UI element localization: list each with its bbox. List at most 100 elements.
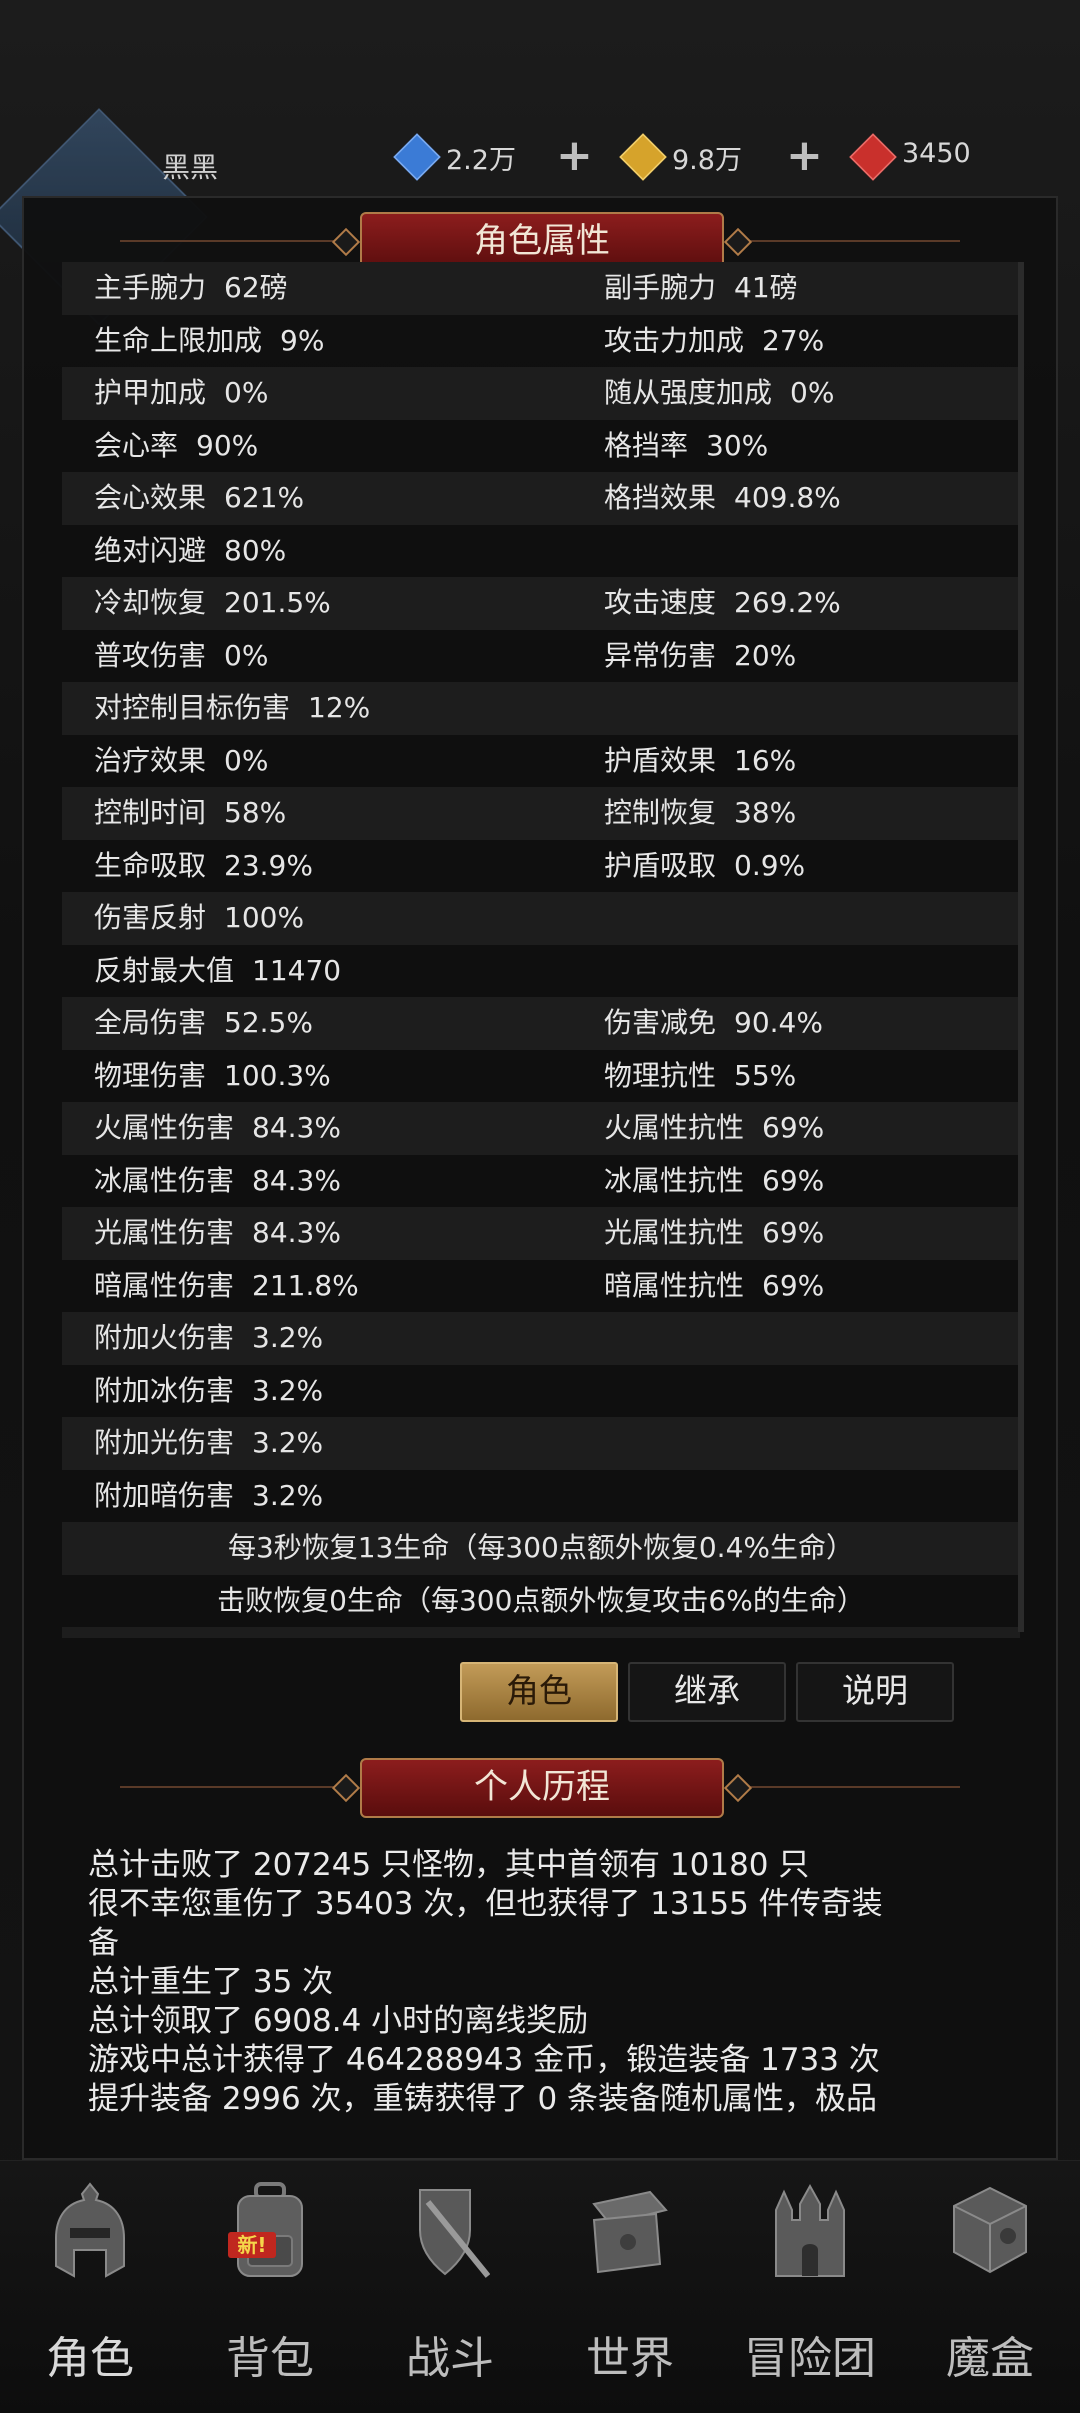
attribute-label: 攻击力加成: [604, 323, 745, 357]
attribute-cell: 物理伤害 100.3%: [94, 1050, 331, 1102]
attribute-value: 69%: [762, 1216, 825, 1249]
nav-magic-box[interactable]: 魔盒: [900, 2180, 1080, 2400]
attribute-label: 控制时间: [94, 796, 207, 829]
gold-gem-icon: [619, 133, 667, 181]
tab-inherit[interactable]: 继承: [628, 1662, 786, 1722]
history-title: 个人历程: [360, 1758, 724, 1818]
attribute-value: 38%: [734, 796, 797, 829]
attribute-label: 伤害反射: [94, 901, 207, 934]
attribute-cell: 普攻伤害 0%: [94, 630, 268, 682]
nav-battle[interactable]: 战斗: [360, 2180, 540, 2400]
history-line: 很不幸您重伤了 35403 次，但也获得了 13155 件传奇装: [88, 1886, 883, 1922]
attribute-scrollbar[interactable]: [1018, 262, 1024, 1632]
attribute-label: 副手腕力: [604, 271, 717, 304]
blue-gem-icon: [393, 133, 441, 181]
attribute-label: 对控制目标伤害: [94, 691, 291, 724]
title-divider-left: [120, 240, 350, 242]
attribute-row: 治疗效果 0% 护盾效果 16%: [62, 735, 1020, 788]
attribute-value: 58%: [224, 796, 287, 829]
tab-description[interactable]: 说明: [796, 1662, 954, 1722]
attribute-cell: 控制时间 58%: [94, 787, 286, 839]
title-divider-right: [730, 240, 960, 242]
attribute-value: 269.2%: [734, 586, 841, 619]
attribute-cell: 光属性伤害 84.3%: [94, 1207, 341, 1259]
history-line: 总计领取了 6908.4 小时的离线奖励: [88, 2003, 589, 2039]
attribute-label: 冷却恢复: [94, 586, 207, 619]
nav-label: 角色: [46, 2333, 134, 2384]
attribute-cell: 主手腕力 62磅: [94, 262, 288, 314]
history-line: 总计重生了 35 次: [88, 1964, 334, 2000]
attribute-cell: 护盾吸取 0.9%: [604, 840, 805, 892]
attribute-value: 3.2%: [252, 1373, 324, 1407]
attribute-row: 绝对闪避 80%: [62, 525, 1020, 578]
attribute-value: 90%: [196, 428, 259, 462]
nav-character[interactable]: 角色: [0, 2180, 180, 2400]
attribute-label: 附加暗伤害: [94, 1478, 235, 1512]
attribute-value: 84.3%: [252, 1163, 341, 1197]
attribute-cell: 光属性抗性 69%: [604, 1207, 824, 1259]
attribute-row: 普攻伤害 0% 异常伤害 20%: [62, 630, 1020, 683]
attribute-cell: 攻击力加成 27%: [604, 315, 824, 367]
add-blue-gem-button[interactable]: +: [556, 130, 593, 181]
nav-label: 战斗: [406, 2333, 494, 2384]
red-gem-icon: [849, 133, 897, 181]
attribute-label: 控制恢复: [604, 796, 717, 829]
attribute-row: 物理伤害 100.3% 物理抗性 55%: [62, 1050, 1020, 1103]
nav-world[interactable]: 世界: [540, 2180, 720, 2400]
attribute-row: 对控制目标伤害 12%: [62, 682, 1020, 735]
attribute-value: 3.2%: [252, 1478, 324, 1512]
attribute-value: 69%: [762, 1163, 825, 1197]
attribute-value: 0%: [790, 376, 835, 409]
attribute-cell: 对控制目标伤害 12%: [94, 682, 370, 734]
attribute-label: 物理抗性: [604, 1058, 717, 1092]
attribute-cell: 伤害反射 100%: [94, 892, 304, 944]
attribute-cell: 生命吸取 23.9%: [94, 840, 313, 892]
attribute-note-row: 每3秒恢复13生命（每300点额外恢复0.4%生命）: [62, 1522, 1020, 1575]
attribute-label: 光属性抗性: [604, 1216, 745, 1249]
attribute-cell: 火属性抗性 69%: [604, 1102, 824, 1154]
attribute-value: 9%: [280, 323, 325, 357]
attribute-value: 0%: [224, 743, 269, 777]
attribute-cell: 会心率 90%: [94, 420, 258, 472]
attribute-label: 冰属性伤害: [94, 1163, 235, 1197]
resource-red-value: 3450: [902, 138, 971, 169]
resource-gold-gem: 9.8万: [619, 133, 762, 181]
attribute-row: 附加冰伤害 3.2%: [62, 1365, 1020, 1418]
attribute-row: 暗属性伤害 211.8% 暗属性抗性 69%: [62, 1260, 1020, 1313]
attribute-value: 3.2%: [252, 1321, 324, 1354]
nav-backpack[interactable]: 新! 背包: [180, 2180, 360, 2400]
attribute-label: 格挡率: [604, 428, 689, 462]
attribute-cell: 绝对闪避 80%: [94, 525, 286, 577]
attribute-label: 附加冰伤害: [94, 1373, 235, 1407]
attribute-note-row: 击败恢复0生命（每300点额外恢复攻击6%的生命）: [62, 1575, 1020, 1628]
nav-adventure-team[interactable]: 冒险团: [720, 2180, 900, 2400]
attribute-cell: 冰属性伤害 84.3%: [94, 1155, 341, 1207]
attribute-label: 冰属性抗性: [604, 1163, 745, 1197]
history-line: 总计击败了 207245 只怪物，其中首领有 10180 只: [88, 1847, 810, 1883]
attribute-row: 反射最大值 11470: [62, 945, 1020, 998]
attribute-list[interactable]: 主手腕力 62磅 副手腕力 41磅 生命上限加成 9% 攻击力加成 27% 护甲加成 0% 随从强度…: [62, 262, 1020, 1638]
attribute-cell: 冰属性抗性 69%: [604, 1155, 824, 1207]
player-name: 黑黑: [162, 151, 219, 184]
attribute-note-row: 开场获得330护盾（每450点额外获得护甲9%的护盾）: [62, 1627, 1020, 1638]
attribute-cell: 生命上限加成 9%: [94, 315, 324, 367]
attribute-label: 护盾吸取: [604, 848, 717, 882]
attribute-label: 随从强度加成: [604, 376, 773, 409]
attribute-value: 0%: [224, 638, 269, 672]
attribute-label: 生命上限加成: [94, 323, 263, 357]
attribute-cell: 物理抗性 55%: [604, 1050, 796, 1102]
attribute-value: 100.3%: [224, 1058, 331, 1092]
attribute-value: 90.4%: [734, 1006, 823, 1039]
attribute-value: 12%: [308, 691, 371, 724]
attribute-label: 异常伤害: [604, 638, 717, 672]
attribute-value: 23.9%: [224, 848, 313, 882]
attribute-label: 附加火伤害: [94, 1321, 235, 1354]
tab-character[interactable]: 角色: [460, 1662, 618, 1722]
attribute-label: 暗属性抗性: [604, 1268, 745, 1302]
attribute-value: 69%: [762, 1111, 825, 1144]
attribute-value: 0.9%: [734, 848, 806, 882]
add-gold-gem-button[interactable]: +: [786, 130, 823, 181]
resource-gold-value: 9.8万: [672, 145, 742, 176]
attribute-cell: 格挡率 30%: [604, 420, 768, 472]
attribute-label: 绝对闪避: [94, 533, 207, 567]
